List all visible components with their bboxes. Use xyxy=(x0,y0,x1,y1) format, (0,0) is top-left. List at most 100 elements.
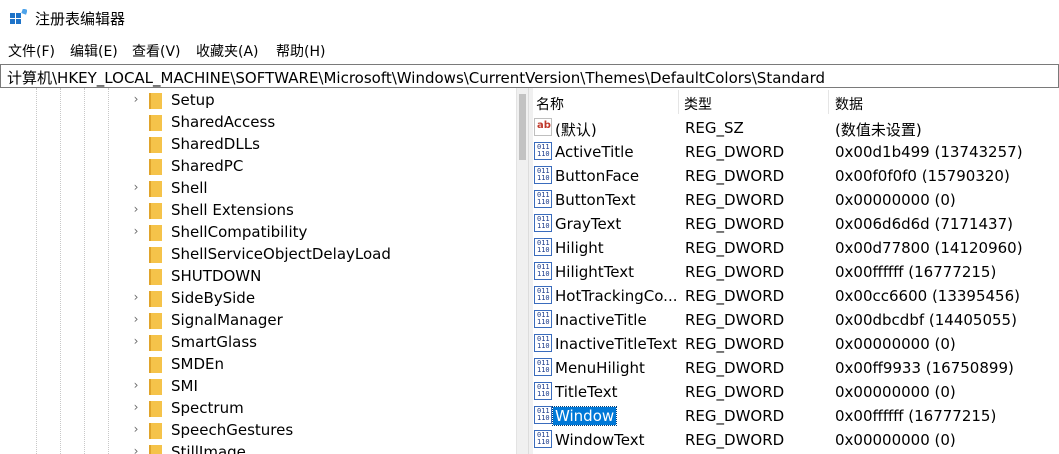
value-row[interactable]: 011 110 InactiveTitleText REG_DWORD 0x000000… xyxy=(532,332,1059,356)
value-row[interactable]: 011 110 MenuHilight REG_DWORD 0x00ff9933 (16… xyxy=(532,356,1059,380)
column-header-name[interactable]: 名称 xyxy=(532,88,680,116)
tree-node[interactable]: › SmartGlass xyxy=(0,332,516,354)
menu-edit[interactable]: 编辑(E) xyxy=(70,41,118,61)
chevron-right-icon[interactable]: › xyxy=(130,400,142,414)
tree-node[interactable]: SharedAccess xyxy=(0,112,516,134)
folder-icon xyxy=(149,357,162,373)
tree-node-label: SpeechGestures xyxy=(171,421,294,439)
chevron-right-icon[interactable]: › xyxy=(130,92,142,106)
tree-node[interactable]: SharedPC xyxy=(0,156,516,178)
menu-view[interactable]: 查看(V) xyxy=(132,41,181,61)
title-bar: 注册表编辑器 xyxy=(0,0,1059,36)
folder-icon xyxy=(149,247,162,263)
chevron-right-icon[interactable]: › xyxy=(130,180,142,194)
value-row[interactable]: 011 110 HilightText REG_DWORD 0x00ffffff (16… xyxy=(532,260,1059,284)
value-name: ButtonText xyxy=(555,191,636,209)
chevron-right-icon[interactable]: › xyxy=(130,290,142,304)
tree-node[interactable]: › SideBySide xyxy=(0,288,516,310)
value-row[interactable]: 011 110 ButtonFace REG_DWORD 0x00f0f0f0 (157… xyxy=(532,164,1059,188)
value-type: REG_DWORD xyxy=(685,431,785,449)
tree-node[interactable]: › Shell xyxy=(0,178,516,200)
column-separator[interactable] xyxy=(678,90,679,114)
value-row[interactable]: ab (默认) REG_SZ (数值未设置) xyxy=(532,116,1059,140)
value-data: 0x00000000 (0) xyxy=(835,335,956,353)
folder-icon xyxy=(149,423,162,439)
address-path: 计算机\HKEY_LOCAL_MACHINE\SOFTWARE\Microsof… xyxy=(7,69,826,87)
column-header-data-label: 数据 xyxy=(835,97,863,113)
chevron-right-icon[interactable]: › xyxy=(130,334,142,348)
tree-node[interactable]: › SignalManager xyxy=(0,310,516,332)
tree-scrollbar-thumb[interactable] xyxy=(519,94,526,160)
folder-icon xyxy=(149,203,162,219)
value-row[interactable]: 011 110 ButtonText REG_DWORD 0x00000000 (0) xyxy=(532,188,1059,212)
value-name: InactiveTitleText xyxy=(555,335,678,353)
tree-node-label: SideBySide xyxy=(171,289,256,307)
value-data: 0x00000000 (0) xyxy=(835,431,956,449)
value-row[interactable]: 011 110 Hilight REG_DWORD 0x00d77800 (141209… xyxy=(532,236,1059,260)
chevron-right-icon[interactable]: › xyxy=(130,422,142,436)
value-row[interactable]: 011 110 HotTrackingCo... REG_DWORD 0x00cc660… xyxy=(532,284,1059,308)
value-name: ActiveTitle xyxy=(555,143,634,161)
binary-value-icon: 011 110 xyxy=(534,430,552,448)
value-row[interactable]: 011 110 ActiveTitle REG_DWORD 0x00d1b499 (13… xyxy=(532,140,1059,164)
binary-value-icon: 011 110 xyxy=(534,358,552,376)
menu-bar: 文件(F) 编辑(E) 查看(V) 收藏夹(A) 帮助(H) xyxy=(0,38,1059,62)
value-name: WindowText xyxy=(555,431,645,449)
value-type: REG_DWORD xyxy=(685,191,785,209)
address-bar[interactable]: 计算机\HKEY_LOCAL_MACHINE\SOFTWARE\Microsof… xyxy=(0,64,1059,88)
tree-node[interactable]: › Spectrum xyxy=(0,398,516,420)
tree-node[interactable]: SharedDLLs xyxy=(0,134,516,156)
tree-node[interactable]: › Shell Extensions xyxy=(0,200,516,222)
value-name: InactiveTitle xyxy=(555,311,647,329)
tree-node[interactable]: › SMI xyxy=(0,376,516,398)
folder-icon xyxy=(149,181,162,197)
chevron-right-icon[interactable]: › xyxy=(130,444,142,454)
value-data: 0x00000000 (0) xyxy=(835,191,956,209)
value-type: REG_DWORD xyxy=(685,335,785,353)
tree-node[interactable]: ShellServiceObjectDelayLoad xyxy=(0,244,516,266)
binary-value-icon: 011 110 xyxy=(534,310,552,328)
tree-node[interactable]: › Setup xyxy=(0,90,516,112)
registry-value-list[interactable]: 名称 类型 数据 ab (默认) REG_SZ (数值未设置) 011 110 Active… xyxy=(532,88,1059,454)
tree-node-label: Shell Extensions xyxy=(171,201,294,219)
value-name: MenuHilight xyxy=(555,359,645,377)
value-type: REG_DWORD xyxy=(685,239,785,257)
value-row[interactable]: 011 110 TitleText REG_DWORD 0x00000000 (0) xyxy=(532,380,1059,404)
menu-help[interactable]: 帮助(H) xyxy=(276,41,325,61)
value-name: HilightText xyxy=(555,263,635,281)
chevron-right-icon[interactable]: › xyxy=(130,224,142,238)
value-type: REG_DWORD xyxy=(685,359,785,377)
tree-node[interactable]: SMDEn xyxy=(0,354,516,376)
value-row[interactable]: 011 110 Window REG_DWORD 0x00ffffff (1677721… xyxy=(532,404,1059,428)
value-row[interactable]: 011 110 InactiveTitle REG_DWORD 0x00dbcdbf (… xyxy=(532,308,1059,332)
column-separator[interactable] xyxy=(828,90,829,114)
tree-node-label: SharedAccess xyxy=(171,113,276,131)
value-data: 0x00d1b499 (13743257) xyxy=(835,143,1023,161)
tree-node[interactable]: › ShellCompatibility xyxy=(0,222,516,244)
folder-icon xyxy=(149,291,162,307)
value-row[interactable]: 011 110 GrayText REG_DWORD 0x006d6d6d (71714… xyxy=(532,212,1059,236)
tree-node[interactable]: › SpeechGestures xyxy=(0,420,516,442)
tree-node[interactable]: SHUTDOWN xyxy=(0,266,516,288)
tree-node-label: SharedPC xyxy=(171,157,244,175)
binary-value-icon: 011 110 xyxy=(534,406,552,424)
menu-file[interactable]: 文件(F) xyxy=(8,41,55,61)
value-row[interactable]: 011 110 WindowText REG_DWORD 0x00000000 (0) xyxy=(532,428,1059,452)
chevron-right-icon[interactable]: › xyxy=(130,378,142,392)
chevron-right-icon[interactable]: › xyxy=(130,312,142,326)
value-data: 0x00ffffff (16777215) xyxy=(835,407,997,425)
chevron-right-icon[interactable]: › xyxy=(130,202,142,216)
registry-key-tree[interactable]: › Setup SharedAccess SharedDLLs SharedPC › She… xyxy=(0,88,516,454)
column-header-data[interactable]: 数据 xyxy=(830,88,1059,116)
tree-node[interactable]: › StillImage xyxy=(0,442,516,454)
menu-favorites[interactable]: 收藏夹(A) xyxy=(196,41,259,61)
tree-node-label: ShellServiceObjectDelayLoad xyxy=(171,245,391,263)
value-name: TitleText xyxy=(555,383,618,401)
binary-value-icon: 011 110 xyxy=(534,286,552,304)
folder-icon xyxy=(149,137,162,153)
tree-node-label: ShellCompatibility xyxy=(171,223,308,241)
tree-node-label: SMDEn xyxy=(171,355,224,373)
registry-editor-icon xyxy=(10,9,27,24)
binary-value-icon: 011 110 xyxy=(534,382,552,400)
column-header-type[interactable]: 类型 xyxy=(680,88,830,116)
